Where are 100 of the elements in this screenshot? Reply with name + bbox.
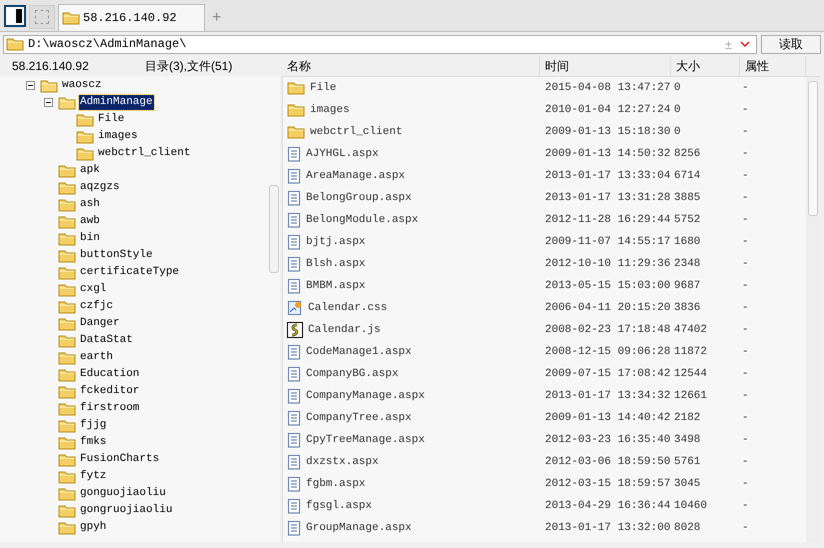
tree-item[interactable]: bin xyxy=(79,231,101,246)
modified-time: 2013-01-17 13:34:32 xyxy=(544,388,672,404)
tree-item[interactable]: waoscz xyxy=(61,78,103,93)
file-size: 8256 xyxy=(673,146,702,162)
folder-icon xyxy=(76,130,94,144)
modified-time: 2015-04-08 13:47:27 xyxy=(544,80,672,96)
file-name[interactable]: CompanyManage.aspx xyxy=(306,388,425,404)
tree-item[interactable]: Education xyxy=(79,367,140,382)
read-button[interactable]: 读取 xyxy=(761,34,821,54)
tree-item[interactable]: fmks xyxy=(79,435,108,450)
tree-item[interactable]: fjjg xyxy=(79,418,108,433)
tree-item[interactable]: images xyxy=(97,129,139,144)
file-size: 12661 xyxy=(673,388,708,404)
folder-icon xyxy=(58,452,76,466)
tree-item[interactable]: ash xyxy=(79,197,101,212)
modified-time: 2012-03-23 16:35:40 xyxy=(544,432,672,448)
tree-item[interactable]: awb xyxy=(79,214,101,229)
file-name[interactable]: CpyTreeManage.aspx xyxy=(306,432,425,448)
tree-item[interactable]: gonguojiaoliu xyxy=(79,486,167,501)
file-name[interactable]: webctrl_client xyxy=(310,124,402,140)
file-name[interactable]: bjtj.aspx xyxy=(306,234,366,250)
file-attributes: - xyxy=(741,476,750,492)
document-icon xyxy=(287,278,301,294)
file-attributes: - xyxy=(741,344,750,360)
file-name[interactable]: GroupManage.aspx xyxy=(306,520,412,536)
file-name[interactable]: CodeManage1.aspx xyxy=(306,344,412,360)
tree-item[interactable]: gpyh xyxy=(79,520,108,535)
tab[interactable]: 58.216.140.92 xyxy=(58,4,205,31)
document-icon xyxy=(287,432,301,448)
collapse-toggle[interactable] xyxy=(26,81,34,90)
file-name[interactable]: BelongModule.aspx xyxy=(306,212,418,228)
stylesheet-icon xyxy=(287,300,303,316)
document-icon xyxy=(287,256,301,272)
modified-time: 2009-11-07 14:55:17 xyxy=(544,234,672,250)
tree-item[interactable]: apk xyxy=(79,163,101,178)
file-size: 11872 xyxy=(673,344,708,360)
folder-icon xyxy=(62,11,80,25)
tree-item[interactable]: webctrl_client xyxy=(97,146,192,161)
file-name[interactable]: AJYHGL.aspx xyxy=(306,146,379,162)
folder-icon xyxy=(58,350,76,364)
document-icon xyxy=(287,190,301,206)
address-field[interactable]: D:\waoscz\AdminManage\ ± xyxy=(3,34,757,54)
file-attributes: - xyxy=(741,80,750,96)
tree-item[interactable]: cxgl xyxy=(79,282,108,297)
folder-icon xyxy=(58,282,76,296)
tree-item[interactable]: AdminManage xyxy=(79,95,154,110)
folder-icon xyxy=(76,112,94,126)
tree-item[interactable]: earth xyxy=(79,350,114,365)
document-icon xyxy=(287,146,301,162)
file-attributes: - xyxy=(741,102,750,118)
tree-item[interactable]: DataStat xyxy=(79,333,134,348)
file-name[interactable]: CompanyBG.aspx xyxy=(306,366,398,382)
file-name[interactable]: BMBM.aspx xyxy=(306,278,366,294)
file-name[interactable]: Calendar.js xyxy=(308,322,381,338)
modified-time: 2012-03-15 18:59:57 xyxy=(544,476,672,492)
file-attributes: - xyxy=(741,498,750,514)
modified-time: 2008-12-15 09:06:28 xyxy=(544,344,672,360)
folder-icon xyxy=(58,300,76,314)
file-name[interactable]: Blsh.aspx xyxy=(306,256,366,272)
tree-item[interactable]: File xyxy=(97,112,126,127)
file-name[interactable]: dxzstx.aspx xyxy=(306,454,379,470)
document-icon xyxy=(287,388,301,404)
document-icon xyxy=(287,476,301,492)
file-name[interactable]: fgsgl.aspx xyxy=(306,498,372,514)
tree-item[interactable]: certificateType xyxy=(79,265,180,280)
document-icon xyxy=(287,212,301,228)
file-attributes: - xyxy=(741,410,750,426)
folder-icon xyxy=(58,368,76,382)
file-name[interactable]: File xyxy=(310,80,336,96)
chevron-down-icon[interactable] xyxy=(740,40,750,48)
modified-time: 2013-01-17 13:33:04 xyxy=(544,168,672,184)
file-attributes: - xyxy=(741,190,750,206)
folder-icon xyxy=(76,146,94,160)
file-name[interactable]: Calendar.css xyxy=(308,300,388,316)
folder-icon xyxy=(58,214,76,228)
file-name[interactable]: AreaManage.aspx xyxy=(306,168,406,184)
tree-item[interactable]: FusionCharts xyxy=(79,452,160,467)
tree-item[interactable]: czfjc xyxy=(79,299,114,314)
file-name[interactable]: fgbm.aspx xyxy=(306,476,366,492)
host-label: 58.216.140.92 xyxy=(12,58,90,75)
tree-item[interactable]: gongruojiaoliu xyxy=(79,503,174,518)
file-attributes: - xyxy=(741,234,750,250)
collapse-toggle[interactable] xyxy=(44,98,52,107)
tree-item[interactable]: fytz xyxy=(79,469,108,484)
file-size: 12544 xyxy=(673,366,708,382)
modified-time: 2009-01-13 14:40:42 xyxy=(544,410,672,426)
modified-time: 2012-10-10 11:29:36 xyxy=(544,256,672,272)
modified-time: 2012-03-06 18:59:50 xyxy=(544,454,672,470)
tree-item[interactable]: firstroom xyxy=(79,401,140,416)
file-name[interactable]: BelongGroup.aspx xyxy=(306,190,412,206)
tree-item[interactable]: fckeditor xyxy=(79,384,140,399)
modified-time: 2013-05-15 15:03:00 xyxy=(544,278,672,294)
file-name[interactable]: images xyxy=(310,102,350,118)
folder-icon xyxy=(58,232,76,246)
tree-item[interactable]: buttonStyle xyxy=(79,248,154,263)
tree-item[interactable]: Danger xyxy=(79,316,121,331)
file-name[interactable]: CompanyTree.aspx xyxy=(306,410,412,426)
folder-icon xyxy=(58,470,76,484)
panel-toggle-icon[interactable] xyxy=(4,5,26,27)
tree-item[interactable]: aqzgzs xyxy=(79,180,121,195)
